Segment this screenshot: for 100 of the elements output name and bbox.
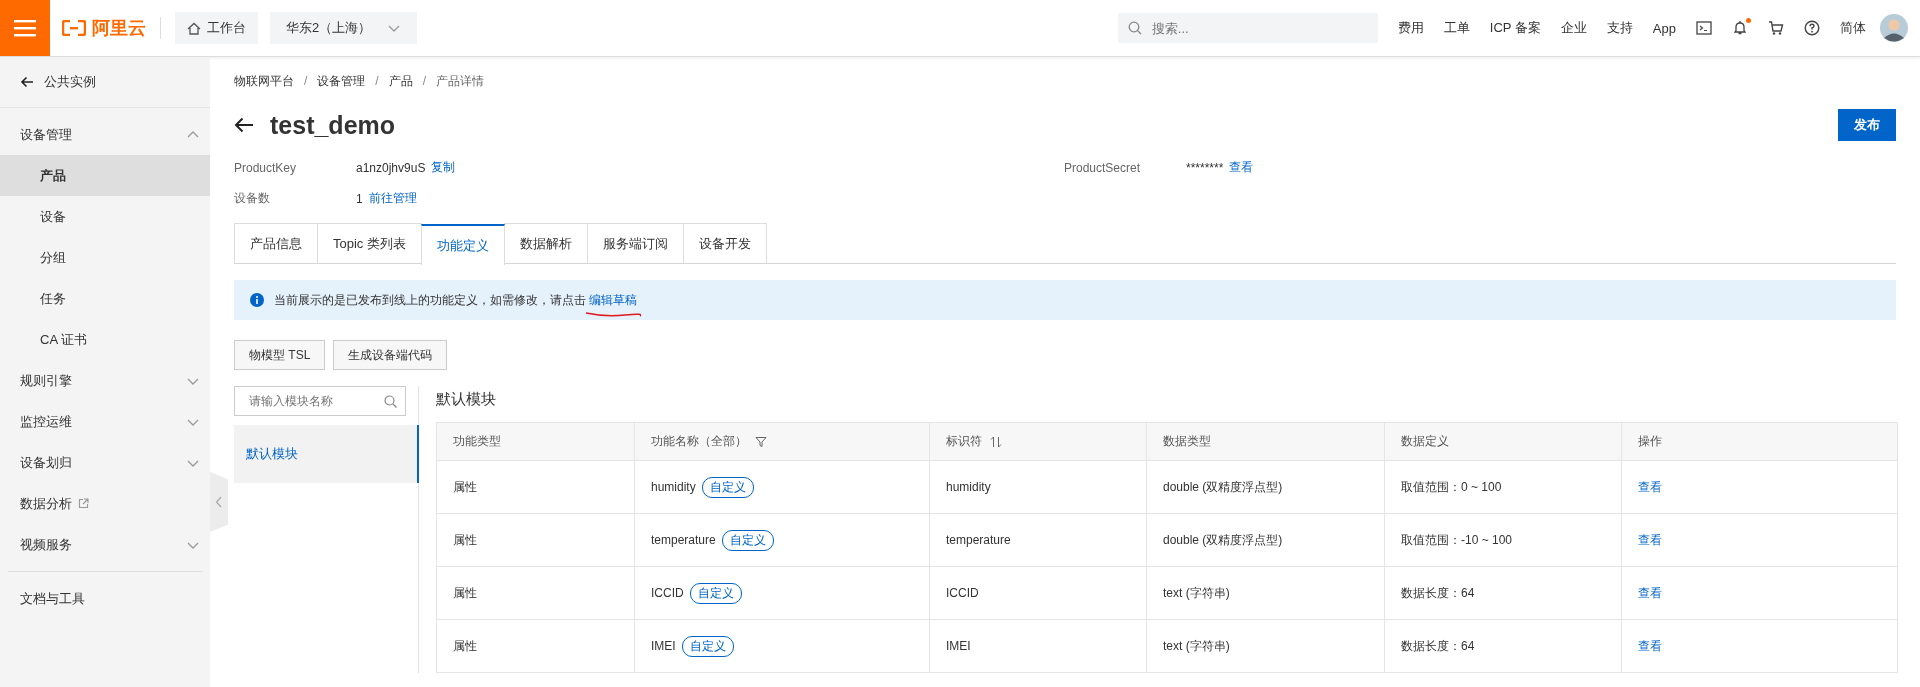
menu-button[interactable] [0,0,50,56]
nav-group[interactable]: 规则引擎 [0,360,210,401]
nav-group-label: 监控运维 [20,412,72,431]
breadcrumb-item: 产品详情 [436,72,485,90]
nav-link[interactable]: 支持 [1606,19,1633,37]
breadcrumb-item[interactable]: 设备管理 [317,72,366,90]
sort-icon[interactable] [990,435,1002,448]
nav-group-label: 视频服务 [20,535,72,554]
nav-group[interactable]: 视频服务 [0,524,210,565]
collapse-handle[interactable] [210,472,228,532]
table-cell: IMEI [651,638,676,653]
field-label: 设备数 [234,190,271,207]
region-dropdown[interactable]: 华东2（上海） [270,12,418,44]
table-cell: 取值范围：0 ~ 100 [1401,479,1502,494]
custom-tag: 自定义 [701,476,754,498]
custom-tag: 自定义 [721,529,774,551]
nav-item[interactable]: 任务 [0,278,210,319]
field-link[interactable]: 前往管理 [368,190,417,207]
table-cell: text (字符串) [1163,585,1230,600]
help-icon[interactable] [1804,20,1820,36]
table-cell: IMEI [946,639,971,653]
nav-link[interactable]: 数据分析 [20,494,72,513]
column-header: 操作 [1638,433,1662,450]
menu-icon [14,19,36,37]
section-title: 默认模块 [436,388,497,409]
edit-draft-link[interactable]: 编辑草稿 [589,292,638,307]
terminal-icon[interactable] [1696,20,1712,36]
module-item[interactable]: 默认模块 [234,425,419,483]
search-field[interactable]: 搜索... [1117,13,1378,43]
table-cell: 属性 [453,585,477,600]
custom-tag: 自定义 [681,635,734,657]
nav-item[interactable]: 设备 [0,196,210,237]
logo-icon [62,20,86,36]
module-search-field[interactable]: 请输入模块名称 [234,386,406,416]
nav-link[interactable]: 费用 [1397,19,1424,37]
table-cell: 数据长度：64 [1401,638,1475,653]
column-header: 数据定义 [1401,433,1449,450]
table-cell: 取值范围：-10 ~ 100 [1401,532,1513,547]
language-link[interactable]: 简体 [1840,19,1866,37]
column-header: 功能类型 [453,433,501,450]
view-link[interactable]: 查看 [1638,638,1662,653]
breadcrumb-separator: / [375,74,379,88]
column-header: 数据类型 [1163,433,1211,450]
custom-tag: 自定义 [689,582,742,604]
table-cell: 属性 [453,479,477,494]
tab[interactable]: 产品信息 [234,223,318,263]
search-icon [1127,21,1142,35]
nav-link[interactable]: App [1652,20,1676,36]
table-cell: double (双精度浮点型) [1163,479,1283,494]
view-link[interactable]: 查看 [1638,585,1662,600]
chevron-left-icon [215,496,223,508]
workbench-button[interactable]: 工作台 [175,12,258,44]
field-link[interactable]: 复制 [431,159,456,176]
breadcrumb-separator: / [304,74,308,88]
view-link[interactable]: 查看 [1638,532,1662,547]
banner-text: 当前展示的是已发布到线上的功能定义，如需修改，请点击 [274,292,586,307]
breadcrumb-item[interactable]: 产品 [388,72,413,90]
column-header: 标识符 [946,433,982,450]
tab[interactable]: 功能定义 [420,224,505,265]
toolbar-button[interactable]: 物模型 TSL [234,340,326,370]
field-link[interactable]: 查看 [1229,159,1254,176]
nav-link[interactable]: 工单 [1443,19,1470,37]
nav-group-label: 规则引擎 [20,371,72,390]
bell-icon[interactable] [1732,20,1748,36]
nav-item[interactable]: 产品 [0,155,210,196]
column-header: 功能名称（全部） [651,433,747,450]
nav-link[interactable]: 企业 [1560,19,1587,37]
nav-group-label: 设备管理 [20,125,72,144]
breadcrumb-separator: / [422,74,427,88]
filter-icon[interactable] [755,435,767,448]
nav-group[interactable]: 设备管理 [0,114,210,155]
nav-item[interactable]: 分组 [0,237,210,278]
nav-link[interactable]: ICP 备案 [1489,19,1541,37]
back-link[interactable]: 公共实例 [0,57,210,108]
view-link[interactable]: 查看 [1638,479,1662,494]
table-cell: humidity [651,479,696,494]
nav-link[interactable]: 文档与工具 [20,589,85,608]
table-cell: humidity [946,480,991,494]
table-cell: temperature [651,532,716,547]
table-cell: ICCID [946,586,979,600]
info-icon [250,293,264,307]
nav-item[interactable]: CA 证书 [0,319,210,360]
back-link-label[interactable]: 公共实例 [44,73,96,91]
nav-group[interactable]: 设备划归 [0,442,210,483]
arrow-left-icon[interactable] [234,117,254,133]
cart-icon[interactable] [1768,20,1784,36]
publish-button[interactable]: 发布 [1838,109,1896,141]
external-link-icon [78,498,89,509]
field-value: ******** [1186,160,1224,175]
breadcrumb-item[interactable]: 物联网平台 [234,72,294,90]
tab[interactable]: 设备开发 [682,223,767,263]
table-cell: 属性 [453,532,477,547]
search-input[interactable]: 搜索... [1149,19,1368,37]
field-value: 1 [356,191,363,206]
nav-group[interactable]: 监控运维 [0,401,210,442]
avatar-icon[interactable] [1880,14,1908,42]
underline-mark [585,309,642,318]
toolbar-button[interactable]: 生成设备端代码 [333,340,448,370]
search-icon [384,394,397,408]
table-cell: temperature [946,533,1011,547]
